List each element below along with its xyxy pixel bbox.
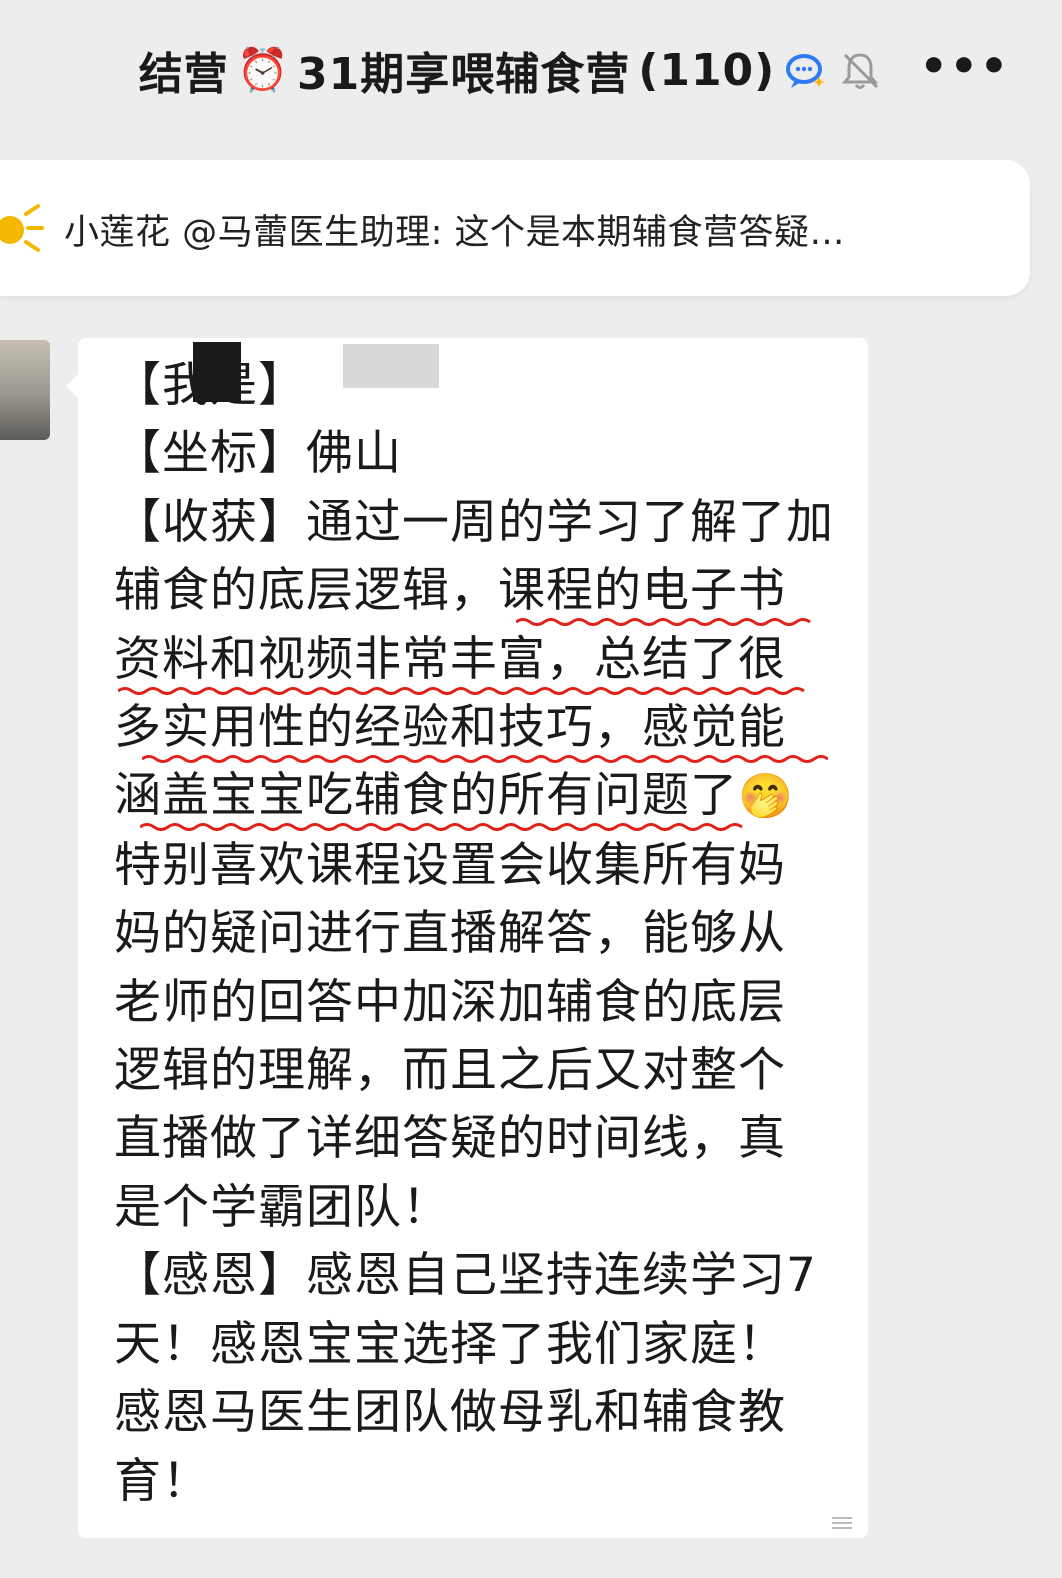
pinned-text: 小莲花 @马蕾医生助理: 这个是本期辅食营答疑… xyxy=(64,213,846,253)
message-line: 资料和视频非常丰富，总结了很 xyxy=(114,626,874,695)
message-line: 【坐标】佛山 xyxy=(114,426,402,482)
thinking-face-emoji: 🤭 xyxy=(738,771,794,823)
pinned-announcement[interactable]: 小莲花 @马蕾医生助理: 这个是本期辅食营答疑… xyxy=(0,160,1030,296)
message-text: 【我是】 【坐标】佛山 【收获】通过一周的学习了解了加 辅食的底层逻辑，课程的电… xyxy=(114,352,874,1516)
message-line: 【我是】 xyxy=(114,358,306,413)
avatar[interactable] xyxy=(0,340,50,440)
message-line: 直播做了详细答疑的时间线，真 xyxy=(114,1111,786,1167)
message-line-text: 涵盖宝宝吃辅食的所有问题了 xyxy=(114,768,738,824)
member-count: (110) xyxy=(638,44,776,96)
megaphone-icon xyxy=(0,204,44,252)
message-line-text: 辅食的底层逻辑，课程的电子书 xyxy=(114,563,786,619)
ai-chat-icon[interactable] xyxy=(783,47,829,93)
message-line: 【感恩】感恩自己坚持连续学习7 xyxy=(114,1248,817,1304)
alarm-clock-emoji: ⏰ xyxy=(236,45,289,94)
message-line: 特别喜欢课程设置会收集所有妈 xyxy=(114,837,786,893)
message-line: 妈的疑问进行直播解答，能够从 xyxy=(114,906,786,962)
message-line-text: 资料和视频非常丰富，总结了很 xyxy=(114,631,786,687)
message-line: 辅食的底层逻辑，课程的电子书 xyxy=(114,557,874,627)
message-line: 老师的回答中加深加辅食的底层 xyxy=(114,974,786,1030)
message-line: 感恩马医生团队做母乳和辅食教 xyxy=(114,1385,786,1441)
message-line: 逻辑的理解，而且之后又对整个 xyxy=(114,1043,786,1099)
fold-icon[interactable] xyxy=(830,1514,854,1532)
message-line: 天！感恩宝宝选择了我们家庭！ xyxy=(114,1316,786,1372)
message-line-text: 多实用性的经验和技巧，感觉能 xyxy=(114,700,786,756)
bell-muted-icon[interactable] xyxy=(837,47,883,93)
chat-title[interactable]: 结营 ⏰ 31期享喂辅食营 (110) xyxy=(139,38,884,102)
message-line: 多实用性的经验和技巧，感觉能 xyxy=(114,694,874,764)
more-options-button[interactable]: ••• xyxy=(920,45,1010,89)
message-line: 育！ xyxy=(114,1453,210,1509)
chat-header: 结营 ⏰ 31期享喂辅食营 (110) ••• xyxy=(0,0,1062,140)
message-line: 是个学霸团队！ xyxy=(114,1179,450,1235)
message-line: 涵盖宝宝吃辅食的所有问题了🤭 xyxy=(114,762,874,832)
title-prefix: 结营 xyxy=(138,49,229,100)
message-line: 【收获】通过一周的学习了解了加 xyxy=(114,494,834,550)
group-name: 31期享喂辅食营 xyxy=(296,49,631,100)
